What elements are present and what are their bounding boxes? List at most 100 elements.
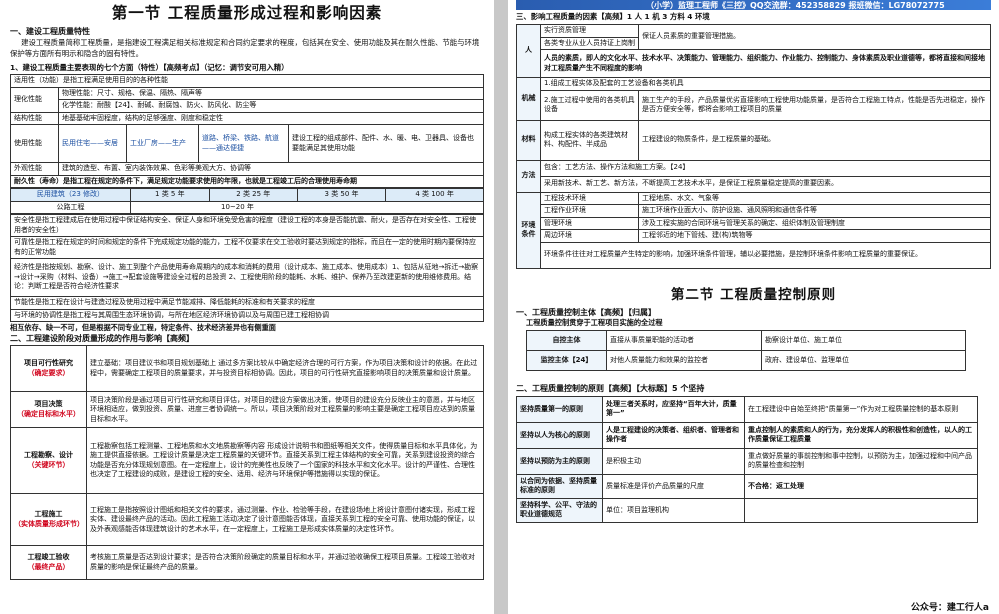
table-cell: 重点做好质量的事前控制和事中控制，以预防为主，加强过程和中间产品的质量检查和控制 xyxy=(744,447,978,475)
stage-tag: （实体质量形成环节） xyxy=(14,519,84,528)
table-cell: 结构性能 xyxy=(10,111,59,125)
factor-label: 人 xyxy=(516,24,541,78)
factor-heading: 三、影响工程质量的因素【高频】1 人 1 机 3 方料 4 环境 xyxy=(516,12,710,21)
table-cell: 采用新技术、新工艺、新方法，不断提高工艺技术水平，是保证工程质量稳定提高的重要因… xyxy=(540,175,991,193)
table-cell: 自控主体 xyxy=(526,329,607,351)
table-cell: 处理三者关系时，应坚持“百年大计，质量第一” xyxy=(602,395,745,423)
table-cell: 工程建设的物质条件，是工程质量的基础。 xyxy=(638,119,991,161)
table-cell: 工业厂房——生产 xyxy=(126,124,199,163)
table-cell: 2 类 25 年 xyxy=(208,188,298,202)
subsection-heading: 1、建设工程质量主要表现的七个方面（特性）【高频考点】（记忆：调节安可用入精） xyxy=(10,63,289,72)
section-heading: 三、影响工程质量的因素【高频】1 人 1 机 3 方料 4 环境 xyxy=(516,11,991,22)
table-cell: 在工程建设中自始至终把“质量第一”作为对工程质量控制的基本原则 xyxy=(744,395,978,423)
table-cell: 质量标准是评价产品质量的尺度 xyxy=(602,473,745,499)
stage-tag: （最终产品） xyxy=(27,562,70,571)
stage-tag: （关键环节） xyxy=(27,460,70,469)
table-cell xyxy=(744,497,978,523)
table-cell: 周边环境 xyxy=(540,229,639,243)
section-heading: 二、工程质量控制的原则【高频】【大标题】5 个坚持 xyxy=(516,383,705,393)
table-cell: 直接从事质量职能的活动者 xyxy=(606,329,762,351)
table-cell: 施工生产的手段，产品质量优劣直接影响工程使用功能质量，是否符合工程施工特点，性能… xyxy=(638,89,991,121)
stage-name: 项目决策 xyxy=(34,400,63,409)
table-cell: 包含：工艺方法、操作方法和施工方案。【24】 xyxy=(540,159,991,177)
table-cell: 监控主体【24】 xyxy=(526,349,607,371)
stage-table: 项目可行性研究 （确定要求） 建立基础：项目建议书和项目规划基础上 通过多方案比较… xyxy=(10,345,484,581)
table-cell: 构成工程实体的各类建筑材料、构配件、半成品 xyxy=(540,119,639,161)
section-title: 第二节 工程质量控制原则 xyxy=(670,286,837,303)
quality-spec-table-2: 安全性是指工程建成后在使用过程中保证结构安全、保证人身和环境免受危害的程度（建设… xyxy=(10,214,484,322)
stage-text: 工程勘察包括工程测量、工程地质和水文地质勘察等内容 形成设计说明书和图纸等相关文… xyxy=(86,427,484,495)
left-page: 第一节 工程质量形成过程和影响因素 一、建设工程质量特性 建设工程质量简称工程质… xyxy=(0,0,494,614)
stage-name-cell: 项目决策 （确定目标和水平） xyxy=(10,391,87,429)
table-cell: 涉及工程实施的合同环境与管理关系的确定、组织体制及管理制度 xyxy=(638,216,991,230)
table-cell: 保证人员素质的重要管理措施。 xyxy=(638,24,991,50)
stage-text: 考核施工质量是否达到设计要求；是否符合决策阶段确定的质量目标和水平，并通过验收确… xyxy=(86,545,484,581)
right-page: （小学）监理工程师《三控》QQ交流群：452358829 报班微信：LG7807… xyxy=(508,0,999,614)
lifespan-table: 民用建筑（23 修改） 1 类 5 年 2 类 25 年 3 类 50 年 4 … xyxy=(10,188,484,214)
header-banner: （小学）监理工程师《三控》QQ交流群：452358829 报班微信：LG7807… xyxy=(516,0,991,10)
table-cell: 不合格：返工处理 xyxy=(744,473,978,499)
stage-name: 工程勘察、设计 xyxy=(24,451,73,460)
table-row: 适用性（功能）是指工程满足使用目的的各种性能 xyxy=(10,74,484,88)
stage-name-cell: 工程竣工验收 （最终产品） xyxy=(10,545,87,581)
section-heading: 二、工程建设阶段对质量形成的作用与影响【高频】 xyxy=(10,334,194,344)
stage-name: 工程竣工验收 xyxy=(27,553,70,562)
table-cell: 坚持质量第一的原则 xyxy=(516,395,603,423)
table-cell: 建筑的造型、布置、室内装饰效果、色彩等美观大方、协调等 xyxy=(58,162,484,176)
page-title: 第一节 工程质量形成过程和影响因素 xyxy=(111,3,383,22)
section-heading: 一、工程质量控制主体【高频】【归属】 xyxy=(516,307,656,317)
table-cell: 3 类 50 年 xyxy=(296,188,387,202)
subsection-heading: 工程质量控制贯穿于工程项目实施的全过程 xyxy=(526,317,663,327)
table-cell: 人是工程建设的决策者、组织者、管理者和操作者 xyxy=(602,421,745,449)
stage-tag: （确定要求） xyxy=(27,368,70,377)
table-cell: 1.组成工程实体及配套的工艺设备和各类机具 xyxy=(540,77,991,91)
table-row: 节能性是指工程在设计与建造过程及使用过程中满足节能减排、降低能耗的标准和有关要求… xyxy=(10,296,484,310)
stage-name-cell: 工程勘察、设计 （关键环节） xyxy=(10,427,87,495)
table-cell: 2.施工过程中使用的各类机具设备 xyxy=(540,89,639,121)
summary-text: 相互依存、缺一不可，但是根据不同专业工程，特定条件、技术经济差异也有侧重面 xyxy=(10,323,276,332)
table-cell: 施工环境作业面大小、防护设施、通风照明和通信条件等 xyxy=(638,204,991,218)
table-cell: 单位：项目监理机构 xyxy=(602,497,745,523)
table-row: 与环境的协调性是指工程与其周围生态环境协调，与所在地区经济环境协调以及与周围已建… xyxy=(10,308,484,322)
factor-label: 方法 xyxy=(516,159,541,193)
factor-table: 人 实行资质管理 保证人员素质的重要管理措施。 各类专业从业人员持证上岗制 人员… xyxy=(516,24,991,269)
stage-text: 工程施工是指按照设计图纸和相关文件的要求，通过测量、作业、检验等手段，在建设场地… xyxy=(86,493,484,547)
table-cell: 工程作业环境 xyxy=(540,204,639,218)
table-cell: 管理环境 xyxy=(540,216,639,230)
table-row: 可靠性是指工程在规定的时间和规定的条件下完成规定功能的能力，工程不仅要求在交工验… xyxy=(10,236,484,259)
quality-spec-table: 适用性（功能）是指工程满足使用目的的各种性能 理化性能 物理性能：尺寸、规格、保温… xyxy=(10,74,484,188)
table-cell: 外观性能 xyxy=(10,162,59,176)
table-cell: 工程地质、水文、气象等 xyxy=(638,191,991,205)
table-row: 耐久性（寿命）是指工程在规定的条件下，满足规定功能要求使用的年限，也就是工程竣工… xyxy=(10,174,484,188)
factor-label: 材料 xyxy=(516,119,541,161)
table-cell: 人员的素质，即人的文化水平、技术水平、决策能力、管理能力、组织能力、作业能力、控… xyxy=(540,49,991,78)
section-heading: 一、建设工程质量特性 xyxy=(10,27,90,36)
table-cell: 工程邻近的地下管线、建(构)筑物等 xyxy=(638,229,991,243)
table-row: 安全性是指工程建成后在使用过程中保证结构安全、保证人身和环境免受危害的程度（建设… xyxy=(10,214,484,237)
control-subject-table: 自控主体 直接从事质量职能的活动者 勘察设计单位、施工单位 监控主体【24】 对… xyxy=(526,329,966,371)
table-cell: 坚持以人为核心的原则 xyxy=(516,421,603,449)
table-cell: 民用住宅——安居 xyxy=(58,124,127,163)
table-cell: 道路、桥梁、铁路、航道——通达便捷 xyxy=(198,124,289,163)
table-cell: 民用建筑（23 修改） xyxy=(10,188,131,202)
table-cell: 使用性能 xyxy=(10,124,59,163)
table-cell: 坚持以预防为主的原则 xyxy=(516,447,603,475)
table-cell: 物理性能：尺寸、规格、保温、隔热、隔声等 xyxy=(58,86,484,100)
table-cell: 工程技术环境 xyxy=(540,191,639,205)
table-cell: 政府、建设单位、监理单位 xyxy=(761,349,966,371)
table-cell: 是积极主动 xyxy=(602,447,745,475)
table-cell: 实行资质管理 xyxy=(540,24,639,38)
table-cell: 10~20 年 xyxy=(130,200,484,214)
stage-text: 建立基础：项目建议书和项目规划基础上 通过多方案比较从中确定经济合理的可行方案，… xyxy=(86,345,484,393)
table-cell: 对他人质量能力和效果的监控者 xyxy=(606,349,762,371)
principle-table: 坚持质量第一的原则 处理三者关系时，应坚持“百年大计，质量第一” 在工程建设中自… xyxy=(516,395,978,523)
stage-name: 项目可行性研究 xyxy=(24,359,73,368)
footer-credit: 公众号：建工行人a xyxy=(910,603,989,613)
table-cell: 坚持科学、公平、守法的职业道德规范 xyxy=(516,497,603,523)
stage-name-cell: 项目可行性研究 （确定要求） xyxy=(10,345,87,393)
stage-text: 项目决策阶段是通过项目可行性研究和项目评估，对项目的建设方案做出决策，使项目的建… xyxy=(86,391,484,429)
table-cell: 地基基础牢固程度，结构的足够强度、刚度和稳定性 xyxy=(58,111,484,125)
table-row: 经济性是指按规划、勘察、设计、施工到整个产品使用寿命周期内的成本和消耗的费用（设… xyxy=(10,258,484,297)
stage-name: 工程施工 xyxy=(34,510,63,519)
table-cell: 理化性能 xyxy=(10,86,59,113)
